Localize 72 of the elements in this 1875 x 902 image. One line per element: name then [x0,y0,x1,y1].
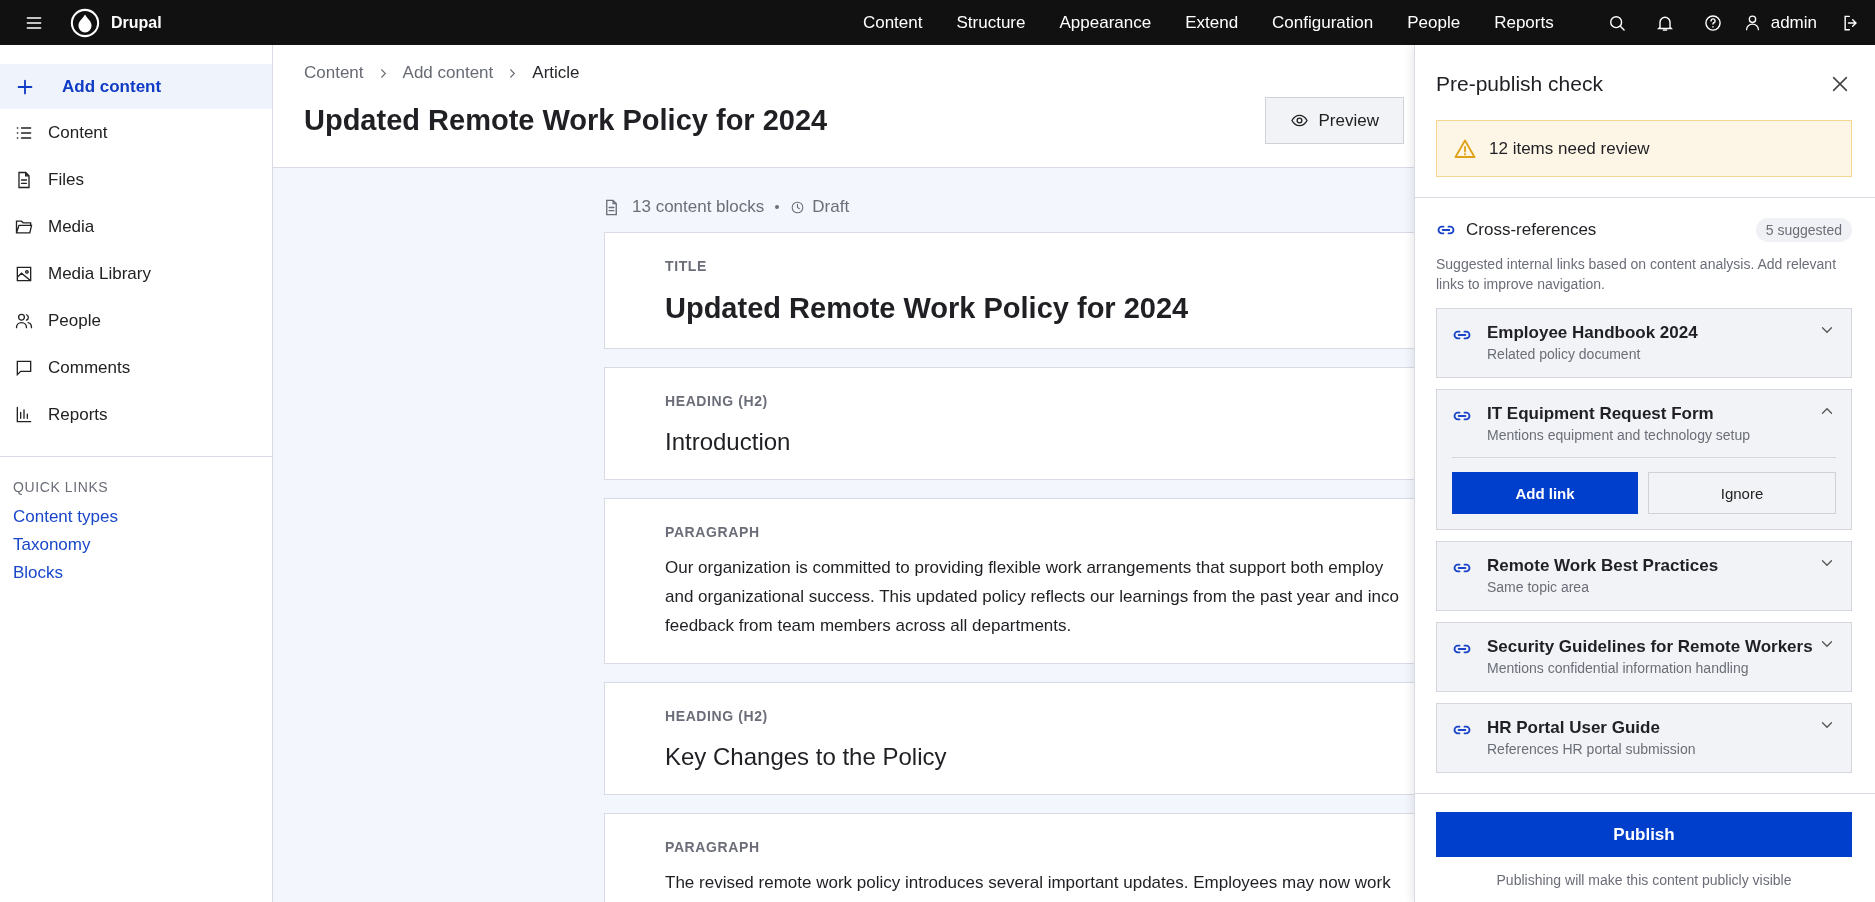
suggestion-reason: Mentions equipment and technology setup [1487,427,1752,443]
suggestion-reason: References HR portal submission [1487,741,1697,757]
nav-link[interactable]: Reports [1477,12,1571,33]
nav-link[interactable]: Appearance [1042,12,1169,33]
section-heading: QUICK LINKS [13,479,110,495]
block-type-label: HEADING (H2) [665,708,768,724]
block-type-label: PARAGRAPH [665,524,760,540]
quick-link[interactable]: Taxonomy [13,535,259,555]
nav-link[interactable]: People [1390,12,1478,33]
block-heading: Key Changes to the Policy [665,743,947,771]
content-block[interactable]: HEADING (H2) Introduction [604,367,1414,480]
bar-chart-icon [14,404,34,425]
quick-link[interactable]: Content types [13,507,259,527]
brand-name[interactable]: Drupal [111,13,162,32]
content-block[interactable]: HEADING (H2) Key Changes to the Policy [604,682,1414,795]
warning-alert: 12 items need review [1436,120,1852,177]
suggestion-title: HR Portal User Guide [1487,718,1661,738]
page-title: Updated Remote Work Policy for 2024 [304,104,829,137]
separator-dot [775,205,780,209]
block-title: Updated Remote Work Policy for 2024 [665,292,1189,325]
suggestion-title: IT Equipment Request Form [1487,404,1715,424]
sidebar-item[interactable]: Files [0,156,272,203]
preview-button[interactable]: Preview [1264,97,1404,144]
publish-button[interactable]: Publish [1436,812,1852,857]
clock-icon [790,199,806,215]
block-type-label: TITLE [665,258,707,274]
block-count: 13 content blocks [632,197,765,217]
suggestion-title: Security Guidelines for Remote Workers [1487,637,1814,657]
content-block[interactable]: TITLE Updated Remote Work Policy for 2024 [604,232,1414,349]
nav-link[interactable]: Content [845,12,940,33]
publish-note: Publishing will make this content publicly visible [1496,872,1792,888]
section-description: Suggested internal links based on content analysis. Add relevant links to improve navigation. [1436,255,1838,294]
sidebar-item[interactable]: Media [0,203,272,250]
sidebar-item[interactable]: Comments [0,344,272,391]
user-menu[interactable]: admin [1742,12,1817,33]
sidebar-item[interactable]: Media Library [0,250,272,297]
panel-title: Pre-publish check [1436,72,1603,96]
content-block[interactable] [604,498,1414,664]
nav-link[interactable]: Structure [939,12,1043,33]
suggestion-item[interactable]: HR Portal User Guide References HR portal submission [1436,703,1852,773]
suggestion-reason: Mentions confidential information handling [1487,660,1750,676]
sidebar-item[interactable]: Reports [0,391,272,438]
help-icon[interactable] [1702,12,1723,33]
suggestion-title: Employee Handbook 2024 [1487,323,1699,343]
quick-link[interactable]: Blocks [13,563,259,583]
content-block[interactable]: PARAGRAPH The revised remote work policy introduces several important updates. Employees may now work [604,813,1414,902]
drop-logo-icon[interactable] [70,7,100,38]
suggestion-item[interactable]: IT Equipment Request Form Mentions equipment and technology setup Add link Ignore [1436,389,1852,530]
suggestion-item[interactable]: Employee Handbook 2024 Related policy document [1436,308,1852,378]
block-paragraph: Our organization is committed to providing flexible work arrangements that support both employ and organizational success. This updated policy reflects our learnings from the past year and inco feedback from team members across all departments. [665,557,1399,637]
count-badge: 5 suggested [1755,218,1852,242]
block-paragraph: The revised remote work policy introduces several important updates. Employees may now work [665,872,1391,894]
add-link-button[interactable]: Add link [1452,472,1638,514]
suggestion-reason: Related policy document [1487,346,1642,362]
suggestion-reason: Same topic area [1487,579,1590,595]
breadcrumb-link[interactable]: Content [304,63,364,83]
nav-link[interactable]: Configuration [1255,12,1391,33]
block-heading: Introduction [665,428,791,456]
suggestion-item[interactable]: Remote Work Best Practices Same topic area [1436,541,1852,611]
suggestion-title: Remote Work Best Practices [1487,556,1720,576]
suggestion-item[interactable]: Security Guidelines for Remote Workers Mentions confidential information handling [1436,622,1852,692]
block-type-label: PARAGRAPH [665,839,760,855]
status-label: Draft [812,197,850,217]
block-type-label: HEADING (H2) [665,393,768,409]
sidebar-item[interactable]: Add content [0,64,272,109]
breadcrumb-link[interactable]: Article [532,63,580,83]
ignore-button[interactable]: Ignore [1648,472,1836,514]
breadcrumb-link[interactable]: Add content [402,63,494,83]
sidebar-item[interactable]: People [0,297,272,344]
nav-link[interactable]: Extend [1168,12,1256,33]
section-title: Cross-references [1466,220,1598,240]
sidebar-item[interactable]: Content [0,109,272,156]
